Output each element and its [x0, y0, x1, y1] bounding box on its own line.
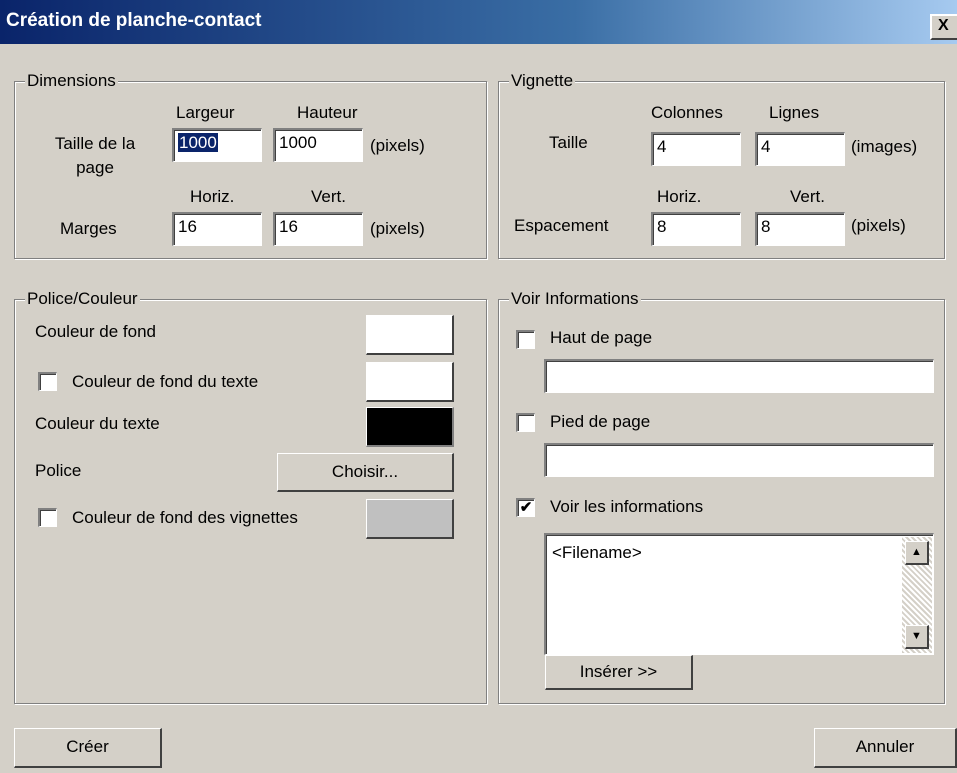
spacing-horiz-column-label: Horiz. [657, 187, 702, 206]
header-input[interactable] [544, 359, 934, 393]
page-width-input[interactable]: 1000 [172, 128, 262, 162]
margin-vertical-input[interactable]: 16 [273, 212, 363, 246]
width-column-label: Largeur [176, 103, 235, 122]
text-background-checkbox[interactable] [38, 372, 57, 391]
spacing-horizontal-input[interactable]: 8 [651, 212, 741, 246]
background-color-label: Couleur de fond [35, 322, 156, 341]
info-textarea[interactable]: <Filename> ▲ ▼ [544, 533, 934, 655]
spacing-unit: (pixels) [851, 216, 906, 235]
page-height-input[interactable]: 1000 [273, 128, 363, 162]
text-color-swatch[interactable] [366, 407, 454, 447]
font-color-legend: Police/Couleur [25, 289, 140, 309]
thumbnail-size-label: Taille [549, 133, 588, 152]
columns-input[interactable]: 4 [651, 132, 741, 166]
close-button[interactable]: X [930, 14, 957, 40]
page-size-label: Taille de la page [54, 134, 136, 177]
cancel-button[interactable]: Annuler [814, 728, 957, 768]
text-background-label: Couleur de fond du texte [72, 372, 259, 391]
dimensions-legend: Dimensions [25, 71, 118, 91]
margins-label: Marges [60, 219, 117, 238]
page-width-value: 1000 [178, 133, 218, 152]
choose-font-button[interactable]: Choisir... [277, 453, 454, 492]
footer-input[interactable] [544, 443, 934, 477]
footer-label: Pied de page [550, 412, 651, 431]
margin-horiz-column-label: Horiz. [190, 187, 235, 206]
show-info-checkbox[interactable]: ✔ [516, 498, 535, 517]
create-button[interactable]: Créer [14, 728, 162, 768]
margin-horizontal-input[interactable]: 16 [172, 212, 262, 246]
background-color-swatch[interactable] [366, 315, 454, 355]
height-column-label: Hauteur [297, 103, 358, 122]
footer-checkbox[interactable] [516, 413, 535, 432]
thumbnail-size-unit: (images) [851, 137, 918, 156]
font-label: Police [35, 461, 82, 480]
page-size-unit: (pixels) [370, 136, 425, 155]
text-color-label: Couleur du texte [35, 414, 160, 433]
text-background-color-swatch[interactable] [366, 362, 454, 402]
margins-unit: (pixels) [370, 219, 425, 238]
info-text: <Filename> [552, 543, 642, 562]
thumbnail-background-color-swatch[interactable] [366, 499, 454, 539]
thumbnail-legend: Vignette [509, 71, 576, 91]
rows-column-label: Lignes [769, 103, 820, 122]
insert-button[interactable]: Insérer >> [545, 655, 693, 690]
thumbnail-background-label: Couleur de fond des vignettes [72, 508, 298, 527]
title-bar: Création de planche-contact X [0, 0, 957, 44]
scroll-down-icon[interactable]: ▼ [905, 625, 929, 649]
scroll-up-icon[interactable]: ▲ [905, 541, 929, 565]
margin-vert-column-label: Vert. [311, 187, 346, 206]
rows-input[interactable]: 4 [755, 132, 845, 166]
show-info-label: Voir les informations [550, 497, 704, 516]
header-checkbox[interactable] [516, 330, 535, 349]
spacing-vert-column-label: Vert. [790, 187, 825, 206]
window-title: Création de planche-contact [6, 10, 262, 31]
thumbnail-background-checkbox[interactable] [38, 508, 57, 527]
info-scrollbar[interactable]: ▲ ▼ [902, 537, 932, 653]
spacing-vertical-input[interactable]: 8 [755, 212, 845, 246]
columns-column-label: Colonnes [651, 103, 723, 122]
info-legend: Voir Informations [509, 289, 641, 309]
spacing-label: Espacement [514, 216, 609, 235]
header-label: Haut de page [550, 328, 653, 347]
